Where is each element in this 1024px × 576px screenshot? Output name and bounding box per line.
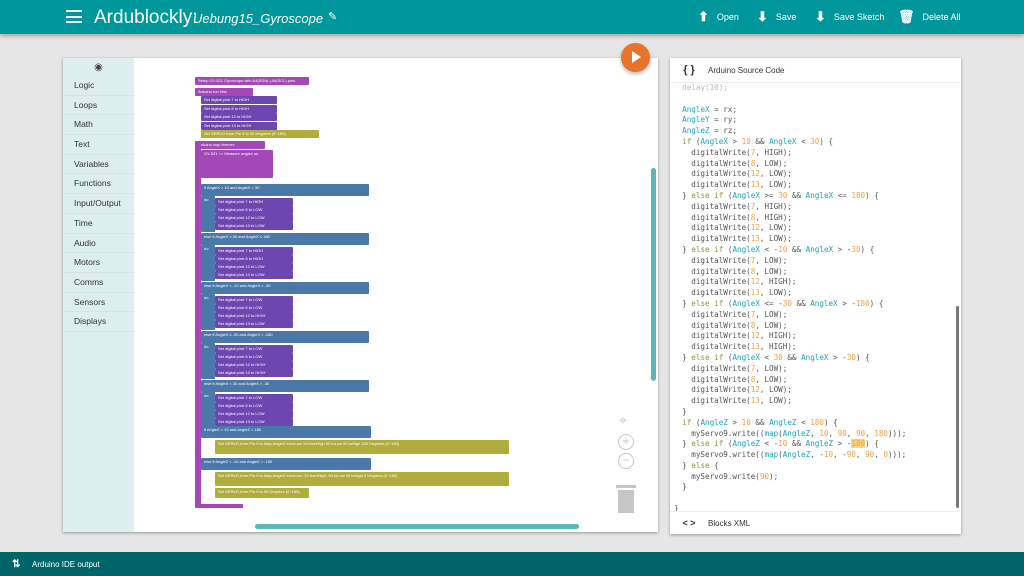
if-condition-block[interactable]: else if AngleZ < -10 and AngleZ > -180: [201, 458, 371, 470]
set-servo-block[interactable]: Set SERVO from Pin 9 to Map AngleZ fromL…: [215, 440, 509, 454]
set-pin-block[interactable]: Set digital pin# 13 to HIGH: [215, 369, 293, 377]
sketch-name[interactable]: Uebung15_Gyroscope: [193, 11, 323, 26]
trash-icon: 🗑: [898, 9, 915, 24]
toolbox-category-displays[interactable]: Displays: [63, 312, 134, 332]
set-pin-block[interactable]: Set digital pin# 8 to LOW: [215, 206, 293, 214]
blocks-xml-header[interactable]: < > Blocks XML: [670, 511, 961, 534]
set-pin-block[interactable]: Set digital pin# 8 to LOW: [215, 304, 293, 312]
app-title: Ardublockly:: [94, 7, 198, 28]
set-pin-block[interactable]: Set digital pin# 8 to LOW: [215, 402, 293, 410]
braces-icon: { }: [683, 64, 695, 76]
save-sketch-label: Save Sketch: [833, 12, 885, 22]
set-pin-block[interactable]: Set digital pin# 13 to LOW: [215, 222, 293, 230]
run-first-block[interactable]: Arduino run first:: [195, 88, 253, 96]
save-sketch-button[interactable]: ⬇ Save Sketch: [815, 9, 884, 25]
set-pin-block[interactable]: Set digital pin# 7 to HIGH: [215, 198, 293, 206]
download-icon: ⬇: [815, 9, 826, 24]
run-button[interactable]: [621, 43, 650, 72]
toolbox-category-input-output[interactable]: Input/Output: [63, 194, 134, 214]
set-pin-block[interactable]: Set digital pin# 8 to LOW: [215, 353, 293, 361]
do-label[interactable]: do: [201, 294, 215, 330]
delete-all-label: Delete All: [922, 12, 961, 22]
if-condition-block[interactable]: else if AngleX ≤ -30 and AngleX > -180: [201, 331, 369, 343]
code-brackets-icon: < >: [682, 518, 696, 528]
toolbox-category-loops[interactable]: Loops: [63, 96, 134, 116]
set-pin-block[interactable]: Set digital pin# 13 to LOW: [215, 418, 293, 426]
workspace-vertical-scrollbar[interactable]: [651, 168, 656, 381]
toolbox-category-sensors[interactable]: Sensors: [63, 293, 134, 313]
workspace-horizontal-scrollbar[interactable]: [255, 524, 579, 529]
code-panel: { } Arduino Source Code delay(10); AngleX…: [670, 58, 961, 534]
upload-icon: ⬆: [698, 9, 709, 24]
set-servo-block[interactable]: Set SERVO from Pin 9 to 90 Degrees (0~18…: [215, 488, 309, 498]
swap-vert-icon: ⇅: [12, 558, 21, 570]
ide-output-label: Arduino IDE output: [32, 559, 100, 569]
save-label: Save: [775, 12, 797, 22]
blockly-workspace[interactable]: ◉ Logic Loops Math Text Variables Functions In…: [63, 58, 658, 532]
set-pin-block[interactable]: Set digital pin# 7 to HIGH: [201, 96, 277, 104]
source-code-view[interactable]: delay(10); AngleX = rx; AngleY = ry; Ang…: [670, 83, 956, 511]
set-pin-block[interactable]: Set digital pin# 12 to HIGH: [215, 312, 293, 320]
do-label[interactable]: do: [201, 196, 215, 232]
if-condition-block[interactable]: else if AngleX ≥ 30 and AngleX ≤ 180: [201, 233, 369, 245]
toolbox-category-functions[interactable]: Functions: [63, 174, 134, 195]
set-pin-block[interactable]: Set digital pin# 13 to LOW: [215, 320, 293, 328]
save-button[interactable]: ⬇ Save: [757, 9, 796, 25]
delete-all-button[interactable]: 🗑 Delete All: [898, 9, 961, 25]
set-pin-block[interactable]: Set digital pin# 7 to LOW: [215, 345, 293, 353]
toolbox-category-comms[interactable]: Comms: [63, 273, 134, 293]
do-label[interactable]: do: [201, 392, 215, 428]
pencil-icon[interactable]: ✎: [328, 10, 337, 23]
toolbox: ◉ Logic Loops Math Text Variables Functions In…: [63, 58, 134, 532]
toolbox-category-variables[interactable]: Variables: [63, 155, 134, 175]
toolbox-category-motors[interactable]: Motors: [63, 253, 134, 273]
source-code-header[interactable]: { } Arduino Source Code: [670, 58, 961, 83]
set-pin-block[interactable]: Set digital pin# 12 to HIGH: [215, 361, 293, 369]
set-pin-block[interactable]: Set digital pin# 12 to LOW: [215, 214, 293, 222]
source-code-title: Arduino Source Code: [708, 65, 785, 75]
do-label[interactable]: do: [201, 343, 215, 379]
open-button[interactable]: ⬆ Open: [698, 9, 739, 25]
source-code-text: delay(10); AngleX = rx; AngleY = ry; Ang…: [674, 83, 907, 511]
set-pin-block[interactable]: Set digital pin# 8 to HIGH: [215, 255, 293, 263]
recenter-icon[interactable]: ⌖: [619, 412, 627, 429]
if-condition-block[interactable]: else if AngleX < 30 and AngleX > -30: [201, 380, 369, 392]
set-pin-block[interactable]: Set digital pin# 13 to LOW: [215, 271, 293, 279]
toolbox-category-audio[interactable]: Audio: [63, 234, 134, 254]
set-pin-block[interactable]: Set digital pin# 12 to LOW: [215, 410, 293, 418]
ide-output-bar[interactable]: ⇅ Arduino IDE output: [0, 552, 1024, 576]
open-label: Open: [716, 12, 739, 22]
toolbox-category-text[interactable]: Text: [63, 135, 134, 155]
set-pin-block[interactable]: Set digital pin# 7 to HIGH: [215, 247, 293, 255]
set-servo-block[interactable]: Set SERVO from Pin 9 to Map AngleZ fromL…: [215, 472, 509, 486]
setup-servo-block[interactable]: Set SERVO from Pin 9 to 90 Degrees (0~18…: [201, 130, 319, 138]
measure-block[interactable]: GY-521 >> Measure angles on: [201, 150, 273, 178]
set-pin-block[interactable]: Set digital pin# 13 to HIGH: [201, 121, 277, 130]
set-pin-block[interactable]: Set digital pin# 7 to LOW: [215, 296, 293, 304]
download-icon: ⬇: [757, 9, 768, 24]
blocks-xml-title: Blocks XML: [708, 518, 751, 528]
block-canvas[interactable]: Setup GY-521 Gyroscope with A4(SDA) | A5…: [195, 74, 515, 514]
trash-can-icon[interactable]: [616, 485, 636, 513]
set-pin-block[interactable]: Set digital pin# 12 to HIGH: [201, 113, 277, 121]
loop-forever-block[interactable]: Arduino loop forever:: [195, 141, 265, 149]
zoom-out-icon[interactable]: −: [618, 453, 634, 469]
setup-gyro-block[interactable]: Setup GY-521 Gyroscope with A4(SDA) | A5…: [195, 77, 309, 85]
visibility-off-icon[interactable]: ◉: [63, 58, 134, 76]
if-condition-block[interactable]: if AngleX > 10 and AngleX < 30: [201, 184, 369, 196]
toolbox-category-logic[interactable]: Logic: [63, 76, 134, 96]
zoom-in-icon[interactable]: +: [618, 434, 634, 450]
do-label[interactable]: do: [201, 245, 215, 281]
code-scrollbar[interactable]: [956, 306, 959, 508]
set-pin-block[interactable]: Set digital pin# 8 to HIGH: [201, 104, 277, 113]
set-pin-block[interactable]: Set digital pin# 7 to LOW: [215, 394, 293, 402]
if-condition-block[interactable]: if AngleZ > 10 and AngleZ < 180: [201, 426, 371, 438]
toolbox-category-math[interactable]: Math: [63, 115, 134, 136]
top-app-bar: Ardublockly: Uebung15_Gyroscope ✎ ⬆ Open …: [0, 0, 1024, 34]
loop-end: [195, 504, 243, 508]
toolbox-category-time[interactable]: Time: [63, 214, 134, 234]
menu-icon[interactable]: [66, 10, 82, 23]
set-pin-block[interactable]: Set digital pin# 12 to LOW: [215, 263, 293, 271]
if-condition-block[interactable]: else if AngleX < -10 and AngleX > -30: [201, 282, 369, 294]
